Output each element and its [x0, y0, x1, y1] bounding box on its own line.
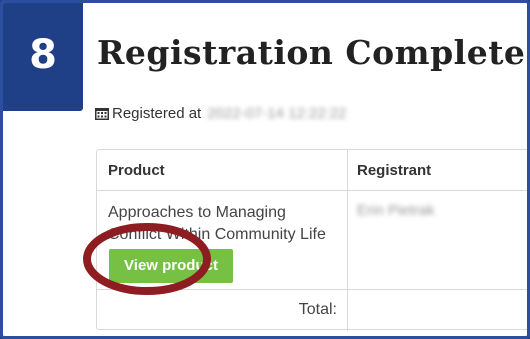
tutorial-frame: 8 Registration Complete Registered at 20…: [0, 0, 530, 339]
header-divider: [97, 190, 527, 191]
view-product-button[interactable]: View product: [109, 249, 233, 283]
header-registrant: Registrant: [357, 162, 432, 179]
registered-timestamp: 2022-07-14 12:22:22: [207, 105, 347, 122]
row-divider: [97, 289, 527, 290]
registrant-name: Erin Pietrak: [357, 202, 435, 219]
registered-at: Registered at 2022-07-14 12:22:22: [95, 105, 347, 122]
header-product: Product: [108, 162, 165, 179]
total-label: Total:: [298, 301, 337, 318]
product-name: Approaches to Managing Conflict Within C…: [108, 204, 326, 243]
page-title: Registration Complete: [97, 33, 526, 72]
calendar-icon: [95, 108, 109, 120]
step-number: 8: [29, 32, 57, 78]
column-divider: [347, 150, 348, 331]
order-table: Product Registrant Approaches to Managin…: [96, 149, 527, 331]
registered-label: Registered at: [112, 105, 202, 122]
step-badge: 8: [3, 3, 83, 111]
